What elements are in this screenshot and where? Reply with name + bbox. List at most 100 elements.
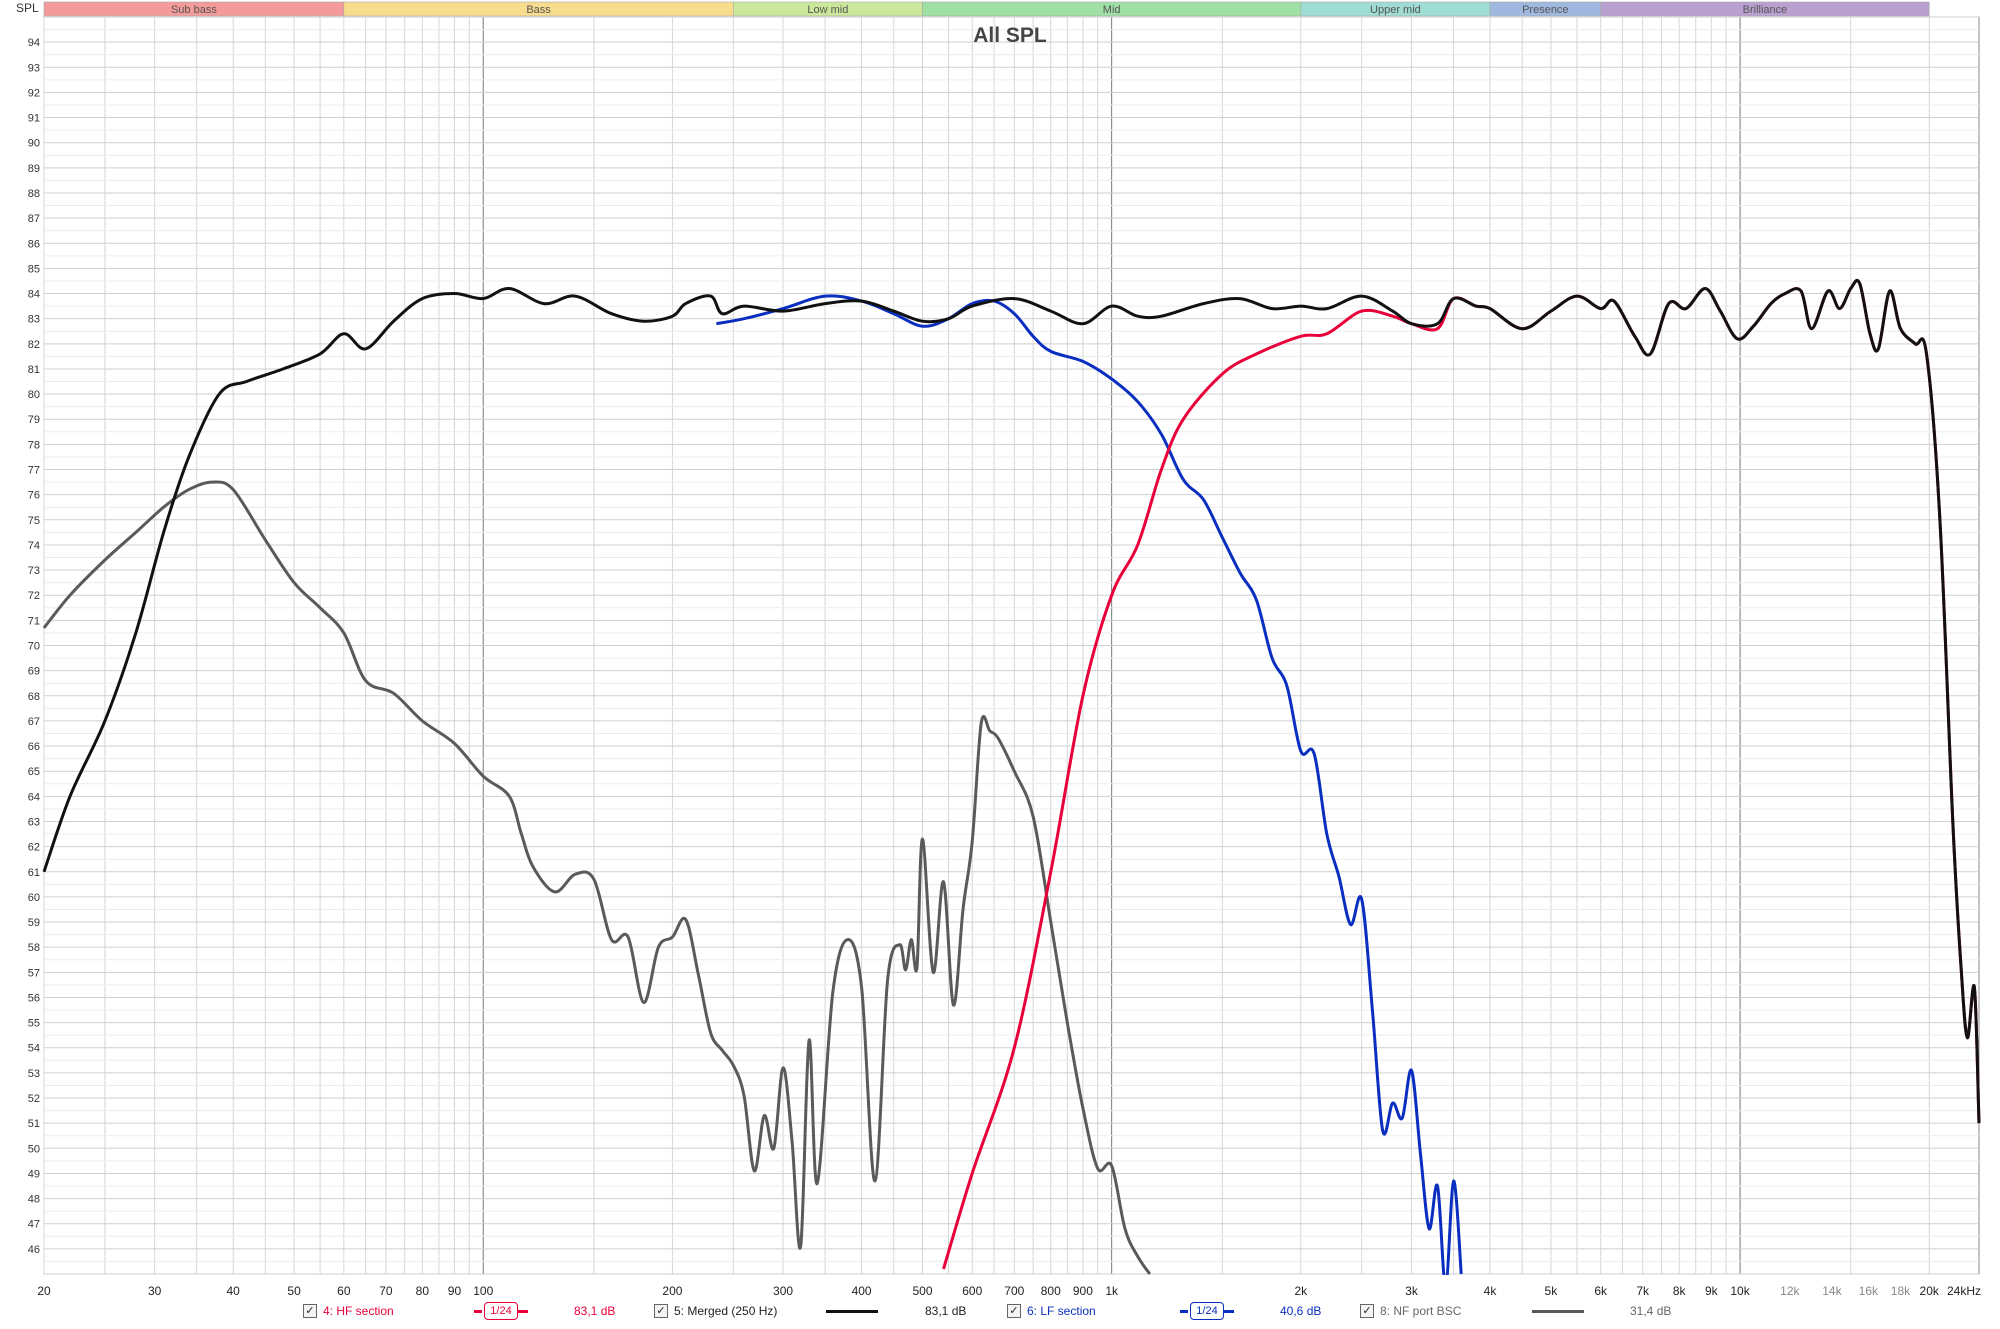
x-tick-label: 14k	[1822, 1284, 1842, 1298]
x-tick-label: 300	[773, 1284, 793, 1298]
legend-item-merged[interactable]: 5: Merged (250 Hz)	[654, 1298, 777, 1324]
lf-smoothing-tag[interactable]: 1/24	[1190, 1302, 1224, 1320]
y-tick-label: 65	[28, 766, 40, 778]
y-tick-label: 68	[28, 691, 40, 703]
x-tick-label: 60	[337, 1284, 351, 1298]
y-tick-label: 85	[28, 263, 40, 275]
y-tick-label: 78	[28, 439, 40, 451]
legend-item-nf-port-bsc[interactable]: 8: NF port BSC	[1360, 1298, 1461, 1324]
merged-value: 83,1 dB	[925, 1304, 967, 1318]
y-tick-label: 81	[28, 364, 40, 376]
y-tick-label: 79	[28, 414, 40, 426]
y-tick-label: 54	[28, 1043, 40, 1055]
y-tick-label: 63	[28, 816, 40, 828]
x-tick-label: 6k	[1594, 1284, 1608, 1298]
x-tick-label: 200	[662, 1284, 682, 1298]
y-tick-label: 70	[28, 641, 40, 653]
chart-title: All SPL	[973, 24, 1047, 47]
legend-label[interactable]: 4: HF section	[323, 1304, 394, 1318]
y-tick-label: 59	[28, 917, 40, 929]
nf-port-bsc-value: 31,4 dB	[1630, 1304, 1672, 1318]
x-tick-label: 30	[148, 1284, 162, 1298]
y-tick-label: 57	[28, 967, 40, 979]
y-tick-label: 82	[28, 339, 40, 351]
spl-chart: SPL Sub bass Bass Low mid Mid Upper mid Prese…	[0, 1, 2000, 1315]
band-label: Sub bass	[171, 4, 217, 16]
y-tick-label: 94	[28, 37, 40, 49]
x-tick-label: 100	[473, 1284, 493, 1298]
y-tick-labels: 46 47 48 49 50 51 52 53 54 55 56 57 58 59 60 61 62 63 64 65…	[28, 37, 40, 1256]
y-tick-label: 53	[28, 1068, 40, 1080]
x-tick-label: 18k	[1891, 1284, 1911, 1298]
x-tick-label: 10k	[1730, 1284, 1750, 1298]
y-tick-label: 88	[28, 188, 40, 200]
nf-port-bsc-checkbox[interactable]	[1360, 1304, 1374, 1318]
y-tick-label: 56	[28, 992, 40, 1004]
y-tick-label: 49	[28, 1168, 40, 1180]
y-tick-label: 69	[28, 666, 40, 678]
x-tick-label: 70	[379, 1284, 393, 1298]
x-tick-label: 1k	[1105, 1284, 1119, 1298]
y-tick-label: 71	[28, 615, 40, 627]
hf-smoothing-tag[interactable]: 1/24	[484, 1302, 518, 1320]
hf-section-swatch	[474, 1310, 482, 1313]
y-axis-label: SPL	[16, 1, 39, 15]
band-label: Presence	[1522, 4, 1568, 16]
y-tick-label: 74	[28, 540, 40, 552]
x-tick-label: 3k	[1405, 1284, 1419, 1298]
x-tick-label: 8k	[1673, 1284, 1687, 1298]
y-tick-label: 92	[28, 87, 40, 99]
y-tick-label: 76	[28, 490, 40, 502]
y-tick-label: 89	[28, 163, 40, 175]
x-tick-label: 7k	[1636, 1284, 1650, 1298]
merged-checkbox[interactable]	[654, 1304, 668, 1318]
lf-section-value: 40,6 dB	[1280, 1304, 1322, 1318]
y-tick-label: 60	[28, 892, 40, 904]
grid	[43, 16, 1979, 1275]
hf-section-value: 83,1 dB	[574, 1304, 616, 1318]
nf-port-bsc-swatch	[1532, 1310, 1584, 1313]
y-tick-label: 52	[28, 1093, 40, 1105]
hf-section-checkbox[interactable]	[303, 1304, 317, 1318]
x-tick-label: 16k	[1859, 1284, 1879, 1298]
x-tick-label: 24kHz	[1947, 1284, 1981, 1298]
legend-label[interactable]: 5: Merged (250 Hz)	[674, 1304, 777, 1318]
y-tick-label: 58	[28, 942, 40, 954]
y-tick-label: 61	[28, 867, 40, 879]
y-tick-label: 72	[28, 590, 40, 602]
y-tick-label: 84	[28, 289, 40, 301]
y-tick-label: 66	[28, 741, 40, 753]
legend-item-hf-section[interactable]: 4: HF section	[303, 1298, 394, 1324]
y-tick-label: 86	[28, 238, 40, 250]
y-tick-label: 50	[28, 1143, 40, 1155]
lf-section-swatch	[1180, 1310, 1188, 1313]
x-tick-label: 600	[962, 1284, 982, 1298]
y-tick-label: 62	[28, 842, 40, 854]
legend-label[interactable]: 8: NF port BSC	[1380, 1304, 1461, 1318]
x-tick-label: 80	[416, 1284, 430, 1298]
legend-label[interactable]: 6: LF section	[1027, 1304, 1096, 1318]
y-tick-label: 73	[28, 565, 40, 577]
y-tick-label: 75	[28, 515, 40, 527]
x-tick-label: 20	[37, 1284, 51, 1298]
hf-section-swatch-right	[518, 1310, 528, 1313]
x-tick-label: 800	[1041, 1284, 1061, 1298]
x-tick-label: 5k	[1545, 1284, 1559, 1298]
x-tick-label: 9k	[1705, 1284, 1719, 1298]
merged-swatch	[826, 1310, 878, 1313]
y-tick-label: 47	[28, 1219, 40, 1231]
band-label: Brilliance	[1743, 4, 1788, 16]
x-tick-label: 900	[1073, 1284, 1093, 1298]
x-tick-label: 4k	[1484, 1284, 1498, 1298]
legend-item-lf-section[interactable]: 6: LF section	[1007, 1298, 1096, 1324]
x-tick-label: 12k	[1780, 1284, 1800, 1298]
band-label: Upper mid	[1370, 4, 1421, 16]
y-tick-label: 91	[28, 113, 40, 125]
frequency-band-strip: Sub bass Bass Low mid Mid Upper mid Presence B…	[43, 1, 1930, 17]
lf-section-checkbox[interactable]	[1007, 1304, 1021, 1318]
x-tick-label: 700	[1004, 1284, 1024, 1298]
y-tick-label: 67	[28, 716, 40, 728]
y-tick-label: 93	[28, 62, 40, 74]
x-tick-label: 20k	[1920, 1284, 1940, 1298]
y-tick-label: 64	[28, 791, 40, 803]
